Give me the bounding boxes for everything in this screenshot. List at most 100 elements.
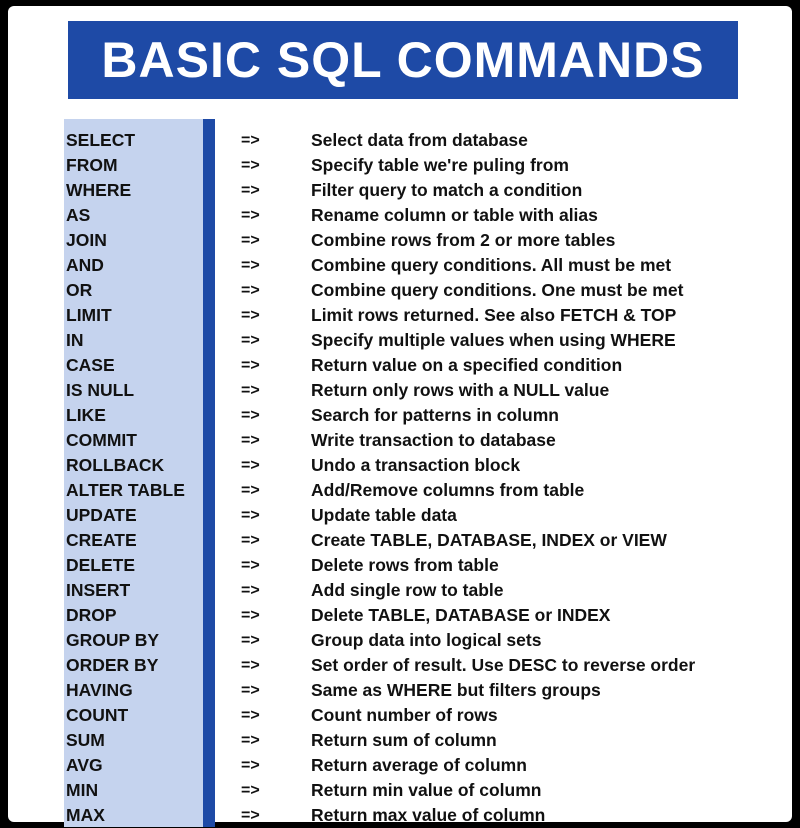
command-description: Return sum of column [311,730,497,750]
command-row: OR => Combine query conditions. One must b… [8,278,792,303]
command-description: Combine rows from 2 or more tables [311,230,616,250]
command-row: UPDATE => Update table data [8,503,792,528]
command-row: SUM => Return sum of column [8,728,792,753]
command-row: GROUP BY => Group data into logical sets [8,628,792,653]
arrow-separator: => [241,707,260,724]
command-row: COMMIT => Write transaction to database [8,428,792,453]
arrow-separator: => [241,807,260,824]
command-description: Filter query to match a condition [311,180,583,200]
command-keyword: IN [66,330,84,350]
command-keyword: FROM [66,155,118,175]
command-keyword: AS [66,205,91,225]
command-row: FROM => Specify table we're puling from [8,153,792,178]
command-keyword: WHERE [66,180,132,200]
command-keyword: DELETE [66,555,136,575]
command-keyword: OR [66,280,93,300]
arrow-separator: => [241,357,260,374]
command-description: Create TABLE, DATABASE, INDEX or VIEW [311,530,667,550]
command-description: Combine query conditions. All must be me… [311,255,672,275]
command-keyword: MAX [66,805,105,825]
arrow-separator: => [241,507,260,524]
command-description: Delete rows from table [311,555,499,575]
command-description: Update table data [311,505,457,525]
command-description: Specify multiple values when using WHERE [311,330,676,350]
arrow-separator: => [241,532,260,549]
arrow-separator: => [241,307,260,324]
command-description: Same as WHERE but filters groups [311,680,601,700]
arrow-separator: => [241,607,260,624]
command-keyword: AVG [66,755,103,775]
command-keyword: MIN [66,780,99,800]
command-row: CASE => Return value on a specified condit… [8,353,792,378]
arrow-separator: => [241,257,260,274]
command-keyword: UPDATE [66,505,137,525]
command-row: AS => Rename column or table with alias [8,203,792,228]
command-keyword: LIKE [66,405,106,425]
arrow-separator: => [241,182,260,199]
command-description: Return max value of column [311,805,546,825]
command-keyword: SUM [66,730,105,750]
arrow-separator: => [241,557,260,574]
arrow-separator: => [241,582,260,599]
command-description: Delete TABLE, DATABASE or INDEX [311,605,611,625]
command-description: Combine query conditions. One must be me… [311,280,684,300]
arrow-separator: => [241,382,260,399]
command-row: MIN => Return min value of column [8,778,792,803]
arrow-separator: => [241,682,260,699]
page-title: BASIC SQL COMMANDS [101,32,705,88]
command-keyword: ORDER BY [66,655,159,675]
command-keyword: INSERT [66,580,131,600]
command-list: SELECT => Select data from database FROM => S… [8,128,792,828]
command-row: CREATE => Create TABLE, DATABASE, INDEX or… [8,528,792,553]
command-keyword: JOIN [66,230,107,250]
cheat-sheet-card: BASIC SQL COMMANDS SELECT => Select data f… [8,6,792,827]
command-keyword: AND [66,255,104,275]
command-row: DROP => Delete TABLE, DATABASE or INDEX [8,603,792,628]
command-description: Rename column or table with alias [311,205,598,225]
arrow-separator: => [241,282,260,299]
arrow-separator: => [241,332,260,349]
command-keyword: COUNT [66,705,129,725]
command-description: Search for patterns in column [311,405,559,425]
command-description: Undo a transaction block [311,455,521,475]
command-row: WHERE => Filter query to match a condition [8,178,792,203]
command-description: Return min value of column [311,780,542,800]
command-description: Limit rows returned. See also FETCH & TO… [311,305,677,325]
arrow-separator: => [241,657,260,674]
command-keyword: ALTER TABLE [66,480,185,500]
command-row: HAVING => Same as WHERE but filters groups [8,678,792,703]
command-row: DELETE => Delete rows from table [8,553,792,578]
command-row: SELECT => Select data from database [8,128,792,153]
command-description: Set order of result. Use DESC to reverse… [311,655,696,675]
command-row: JOIN => Combine rows from 2 or more tables [8,228,792,253]
command-keyword: CASE [66,355,115,375]
command-keyword: IS NULL [66,380,135,400]
command-description: Return average of column [311,755,527,775]
command-row: LIMIT => Limit rows returned. See also FET… [8,303,792,328]
command-keyword: SELECT [66,130,136,150]
command-description: Return only rows with a NULL value [311,380,610,400]
command-row: ALTER TABLE => Add/Remove columns from tab… [8,478,792,503]
command-row: IN => Specify multiple values when using W… [8,328,792,353]
command-description: Specify table we're puling from [311,155,569,175]
arrow-separator: => [241,432,260,449]
command-keyword: CREATE [66,530,137,550]
command-keyword: LIMIT [66,305,112,325]
command-description: Add single row to table [311,580,504,600]
command-keyword: DROP [66,605,117,625]
command-row: LIKE => Search for patterns in column [8,403,792,428]
command-description: Return value on a specified condition [311,355,623,375]
command-row: MAX => Return max value of column [8,803,792,828]
command-row: ROLLBACK => Undo a transaction block [8,453,792,478]
command-row: ORDER BY => Set order of result. Use DESC … [8,653,792,678]
arrow-separator: => [241,482,260,499]
command-keyword: HAVING [66,680,133,700]
title-banner: BASIC SQL COMMANDS [68,21,738,99]
command-row: AVG => Return average of column [8,753,792,778]
arrow-separator: => [241,757,260,774]
command-keyword: GROUP BY [66,630,160,650]
arrow-separator: => [241,232,260,249]
arrow-separator: => [241,782,260,799]
command-keyword: ROLLBACK [66,455,165,475]
command-row: INSERT => Add single row to table [8,578,792,603]
